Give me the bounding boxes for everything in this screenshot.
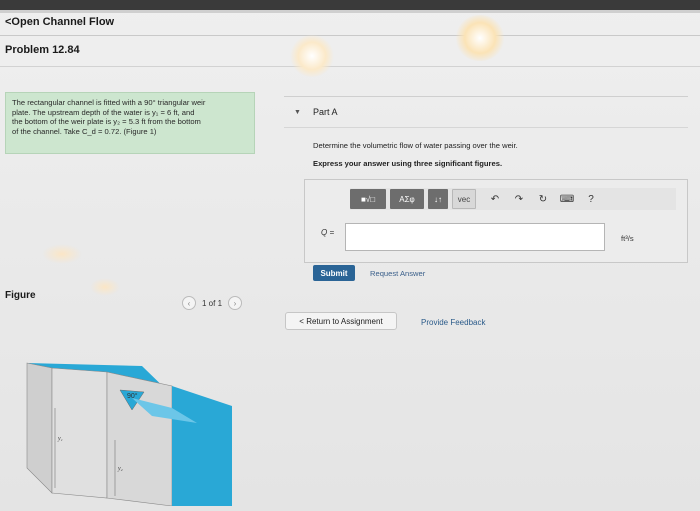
caret-down-icon: ▼ — [294, 108, 301, 116]
question-text: Determine the volumetric flow of water p… — [313, 141, 518, 150]
figure-counter: 1 of 1 — [202, 298, 223, 308]
chevron-left-icon[interactable]: ‹ — [182, 296, 196, 310]
back-link[interactable]: <Open Channel Flow — [5, 16, 114, 28]
redo-icon[interactable]: ↷ — [510, 189, 528, 209]
provide-feedback-link[interactable]: Provide Feedback — [421, 318, 485, 327]
part-a-title: Part A — [312, 107, 338, 117]
part-a-header[interactable]: ▼ Part A — [284, 96, 688, 128]
light-glare — [290, 35, 334, 77]
divider — [0, 35, 700, 36]
answer-unit: ft³/s — [621, 234, 634, 243]
templates-button[interactable]: ■√□ — [350, 189, 386, 209]
subscript-superscript-button[interactable]: ↓↑ — [428, 189, 448, 209]
chevron-right-icon[interactable]: › — [228, 296, 243, 310]
math-toolbar: ■√□ ΑΣφ ↓↑ vec ↶ ↷ ↻ ⌨ ? — [350, 188, 676, 210]
weir-figure: 90° y₁ y₂ — [22, 328, 237, 507]
vector-button[interactable]: vec — [452, 189, 476, 209]
answer-label: Q = — [321, 228, 335, 237]
weir-illustration: 90° y₁ y₂ — [26, 362, 232, 507]
statement-line: the bottom of the weir plate is y₂ = 5.3… — [12, 117, 201, 126]
statement-line: plate. The upstream depth of the water i… — [12, 107, 195, 117]
y2-label: y₂ — [117, 466, 123, 472]
top-bar-strip — [0, 10, 700, 13]
angle-label: 90° — [127, 392, 138, 400]
figure-label: Figure — [5, 290, 36, 301]
light-glare — [42, 244, 82, 264]
downstream-water — [172, 386, 232, 506]
help-icon[interactable]: ? — [582, 189, 600, 209]
submit-button[interactable]: Submit — [313, 265, 355, 281]
return-to-assignment-button[interactable]: < Return to Assignment — [285, 312, 397, 330]
light-glare — [455, 15, 505, 61]
statement-line: of the channel. Take C_d = 0.72. (Figure… — [12, 126, 157, 136]
y1-label: y₁ — [57, 436, 63, 442]
light-glare — [90, 278, 120, 296]
problem-title: Problem 12.84 — [5, 44, 80, 56]
channel-left-wall — [26, 362, 53, 494]
undo-icon[interactable]: ↶ — [486, 189, 504, 209]
greek-symbols-button[interactable]: ΑΣφ — [390, 189, 424, 209]
problem-statement: The rectangular channel is fitted with a… — [5, 92, 255, 154]
reset-icon[interactable]: ↻ — [534, 189, 552, 209]
instruction-text: Express your answer using three signific… — [313, 159, 503, 168]
answer-panel: ■√□ ΑΣφ ↓↑ vec ↶ ↷ ↻ ⌨ ? Q = ft³/s — [304, 179, 688, 263]
statement-line: The rectangular channel is fitted with a… — [12, 98, 206, 107]
answer-input[interactable] — [345, 223, 605, 251]
divider — [0, 66, 700, 67]
request-answer-link[interactable]: Request Answer — [370, 269, 425, 278]
keyboard-icon[interactable]: ⌨ — [558, 189, 576, 209]
channel-back-wall — [51, 367, 108, 499]
figure-pager: ‹ 1 of 1 › — [182, 296, 262, 310]
top-bar — [0, 0, 700, 10]
